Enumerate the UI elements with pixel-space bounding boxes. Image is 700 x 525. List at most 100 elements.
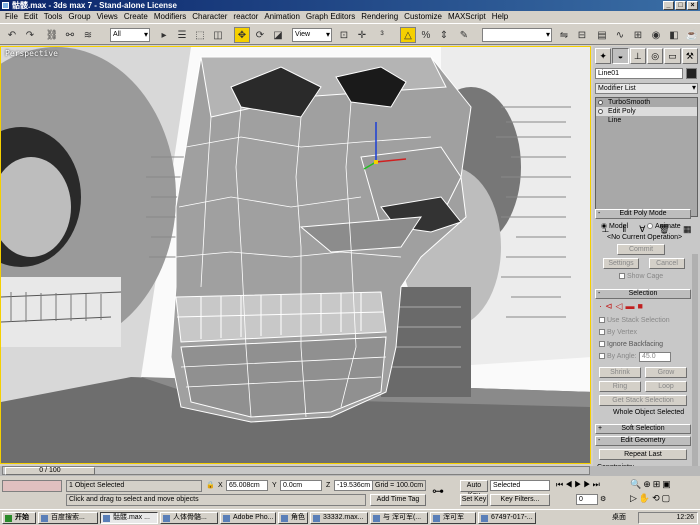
layer-manager-icon[interactable]: ▤ <box>594 27 610 43</box>
ring-button[interactable]: Ring <box>599 381 641 392</box>
soft-selection-rollout-header[interactable]: + Soft Selection <box>595 424 691 434</box>
task-33332-max[interactable]: 33332.max... <box>310 512 368 524</box>
menu-maxscript[interactable]: MAXScript <box>445 11 489 23</box>
maximize-button[interactable]: □ <box>675 1 686 10</box>
x-coordinate-field[interactable]: 65.008cm <box>226 480 268 491</box>
window-crossing-icon[interactable]: ◫ <box>210 27 226 43</box>
menu-customize[interactable]: Customize <box>401 11 445 23</box>
select-and-move-icon[interactable]: ✥ <box>234 27 250 43</box>
ignore-backfacing-checkbox[interactable]: Ignore Backfacing <box>599 340 663 349</box>
animate-radio[interactable]: Animate <box>647 222 681 231</box>
angle-snap-icon[interactable]: △ <box>400 27 416 43</box>
task-67497[interactable]: 67497-017-... <box>478 512 536 524</box>
repeat-last-button[interactable]: Repeat Last <box>599 449 687 460</box>
key-filters-button[interactable]: Key Filters... <box>490 494 550 506</box>
start-button[interactable]: 开始 <box>2 512 36 524</box>
y-coordinate-field[interactable]: 0.0cm <box>280 480 322 491</box>
task-chat-1[interactable]: 与 浑可军(... <box>370 512 428 524</box>
get-stack-selection-button[interactable]: Get Stack Selection <box>599 395 687 406</box>
menu-rendering[interactable]: Rendering <box>358 11 401 23</box>
spinner-snap-icon[interactable]: ⇕ <box>436 27 452 43</box>
reference-coordinate-dropdown[interactable]: View <box>292 28 332 42</box>
command-panel-scrollbar[interactable] <box>692 254 698 466</box>
loop-button[interactable]: Loop <box>645 381 687 392</box>
select-and-manipulate-icon[interactable]: ✛ <box>354 27 370 43</box>
use-stack-selection-checkbox[interactable]: Use Stack Selection <box>599 316 670 325</box>
task-photoshop[interactable]: Adobe Pho... <box>220 512 276 524</box>
task-baidu[interactable]: 百度搜索... <box>38 512 98 524</box>
quick-render-icon[interactable]: ☕ <box>684 27 700 43</box>
bind-space-warp-icon[interactable]: ≋ <box>80 27 96 43</box>
time-slider[interactable]: 0 / 100 <box>2 466 590 475</box>
menu-group[interactable]: Group <box>65 11 93 23</box>
show-cage-checkbox[interactable]: Show Cage <box>619 272 663 281</box>
viewport-label[interactable]: Perspective <box>5 49 58 58</box>
cancel-button[interactable]: Cancel <box>649 258 685 269</box>
viewport-navigation-icons[interactable]: 🔍⊕⊞▣ <box>630 479 673 490</box>
close-button[interactable]: × <box>687 1 698 10</box>
set-key-button[interactable]: Set Key <box>460 494 488 506</box>
configure-sets-icon[interactable]: ▦ <box>683 224 692 238</box>
select-and-rotate-icon[interactable]: ⟳ <box>252 27 268 43</box>
edit-geometry-rollout-header[interactable]: - Edit Geometry <box>595 436 691 446</box>
create-tab-icon[interactable]: ✦ <box>595 48 612 64</box>
key-set-dropdown[interactable]: Selected <box>490 480 550 491</box>
perspective-viewport[interactable]: Perspective <box>0 46 591 464</box>
settings-button[interactable]: Settings <box>603 258 639 269</box>
select-object-icon[interactable]: ▸ <box>156 27 172 43</box>
schematic-view-icon[interactable]: ⊞ <box>630 27 646 43</box>
edit-poly-mode-rollout-header[interactable]: - Edit Poly Mode <box>595 209 691 219</box>
menu-edit[interactable]: Edit <box>21 11 41 23</box>
commit-button[interactable]: Commit <box>617 244 665 255</box>
current-frame-field[interactable]: 0 <box>576 494 598 505</box>
modify-tab-icon[interactable]: ◒ <box>612 48 629 64</box>
menu-reactor[interactable]: reactor <box>230 11 261 23</box>
minimize-button[interactable]: _ <box>663 1 674 10</box>
viewport-navigation-icons-2[interactable]: ▷✋⟲▢ <box>630 493 672 504</box>
task-skeleton-image[interactable]: 人体骨骼... <box>160 512 218 524</box>
key-mode-icon[interactable]: ⊶ <box>432 485 444 497</box>
menu-animation[interactable]: Animation <box>261 11 303 23</box>
menu-tools[interactable]: Tools <box>41 11 66 23</box>
select-by-name-icon[interactable]: ☰ <box>174 27 190 43</box>
task-chat-2[interactable]: 浑可军 <box>430 512 476 524</box>
pivot-point-icon[interactable]: ⊡ <box>336 27 352 43</box>
by-angle-spinner[interactable]: 45.0 <box>639 352 671 362</box>
playback-controls[interactable]: ⏮◀▶▶⏭ <box>556 479 602 490</box>
menu-character[interactable]: Character <box>189 11 230 23</box>
align-icon[interactable]: ⊟ <box>574 27 590 43</box>
curve-editor-icon[interactable]: ∿ <box>612 27 628 43</box>
time-slider-thumb[interactable]: 0 / 100 <box>5 467 95 475</box>
rectangle-selection-icon[interactable]: ⬚ <box>192 27 208 43</box>
desktop-label[interactable]: 桌面 <box>612 512 626 523</box>
menu-file[interactable]: File <box>2 11 21 23</box>
hierarchy-tab-icon[interactable]: ⊥ <box>629 48 646 64</box>
subobject-level-icons[interactable]: ·⊲◁▬■ <box>599 302 646 311</box>
modifier-list-dropdown[interactable]: Modifier List <box>595 83 698 94</box>
model-radio[interactable]: Model <box>601 222 628 231</box>
auto-key-button[interactable]: Auto Key <box>460 480 488 499</box>
object-color-swatch[interactable] <box>686 68 697 79</box>
redo-icon[interactable]: ↷ <box>22 27 38 43</box>
stack-item-line[interactable]: Line <box>596 116 697 125</box>
motion-tab-icon[interactable]: ◎ <box>646 48 664 64</box>
time-config-icon[interactable]: ⚙ <box>600 494 606 505</box>
task-3dsmax[interactable]: 骷髅.max ... <box>100 512 158 524</box>
named-selection-dropdown[interactable] <box>482 28 552 42</box>
z-coordinate-field[interactable]: -19.536cm <box>334 480 376 491</box>
menu-views[interactable]: Views <box>94 11 121 23</box>
unlink-icon[interactable]: ⚯ <box>62 27 78 43</box>
object-name-field[interactable]: Line01 <box>595 68 683 79</box>
link-icon[interactable]: ⛓ <box>44 27 60 43</box>
by-angle-checkbox[interactable]: By Angle: <box>599 352 637 361</box>
undo-icon[interactable]: ↶ <box>4 27 20 43</box>
shrink-button[interactable]: Shrink <box>599 367 641 378</box>
named-selection-icon[interactable]: ✎ <box>456 27 472 43</box>
task-character[interactable]: 角色 <box>278 512 308 524</box>
by-vertex-checkbox[interactable]: By Vertex <box>599 328 637 337</box>
display-tab-icon[interactable]: ▭ <box>664 48 681 64</box>
menu-create[interactable]: Create <box>121 11 151 23</box>
select-and-scale-icon[interactable]: ◪ <box>270 27 286 43</box>
menu-help[interactable]: Help <box>489 11 511 23</box>
maxscript-listener-mini[interactable] <box>2 480 62 492</box>
